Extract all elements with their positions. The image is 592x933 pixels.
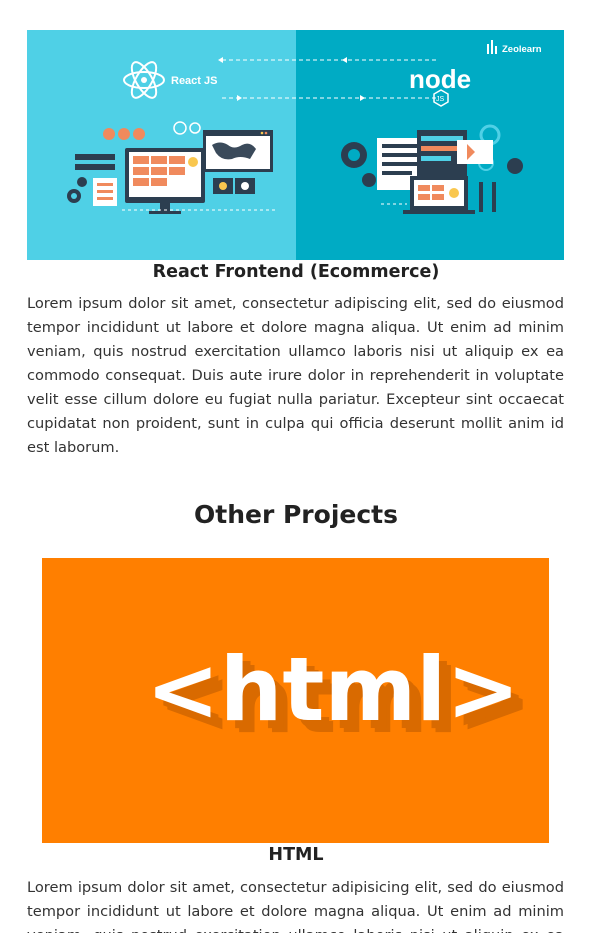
project-image-html: <html> <html> <html> — [42, 558, 549, 843]
project-description: Lorem ipsum dolor sit amet, consectetur … — [27, 295, 564, 456]
project-title: React Frontend (Ecommerce) — [152, 262, 440, 282]
nodejs-js-badge: JS — [436, 96, 445, 103]
project-description: Lorem ipsum dolor sit amet, consectetur … — [27, 879, 564, 933]
html-logo-text: <html> — [146, 638, 520, 741]
laptop-icon — [403, 176, 475, 214]
page: React JS node JS Zeolearn React Frontend… — [0, 0, 592, 933]
react-js-label: React JS — [171, 75, 217, 87]
nodejs-logo-icon: node — [409, 64, 471, 94]
zeolearn-brand: Zeolearn — [502, 44, 542, 55]
project-image-react-node: React JS node JS Zeolearn — [27, 30, 564, 260]
other-projects-heading: Other Projects — [194, 500, 398, 529]
project-title: HTML — [268, 845, 324, 865]
